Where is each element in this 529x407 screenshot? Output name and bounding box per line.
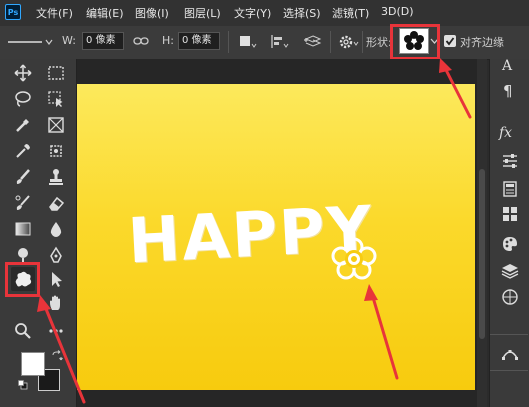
- annotation-arrows: [37, 58, 472, 404]
